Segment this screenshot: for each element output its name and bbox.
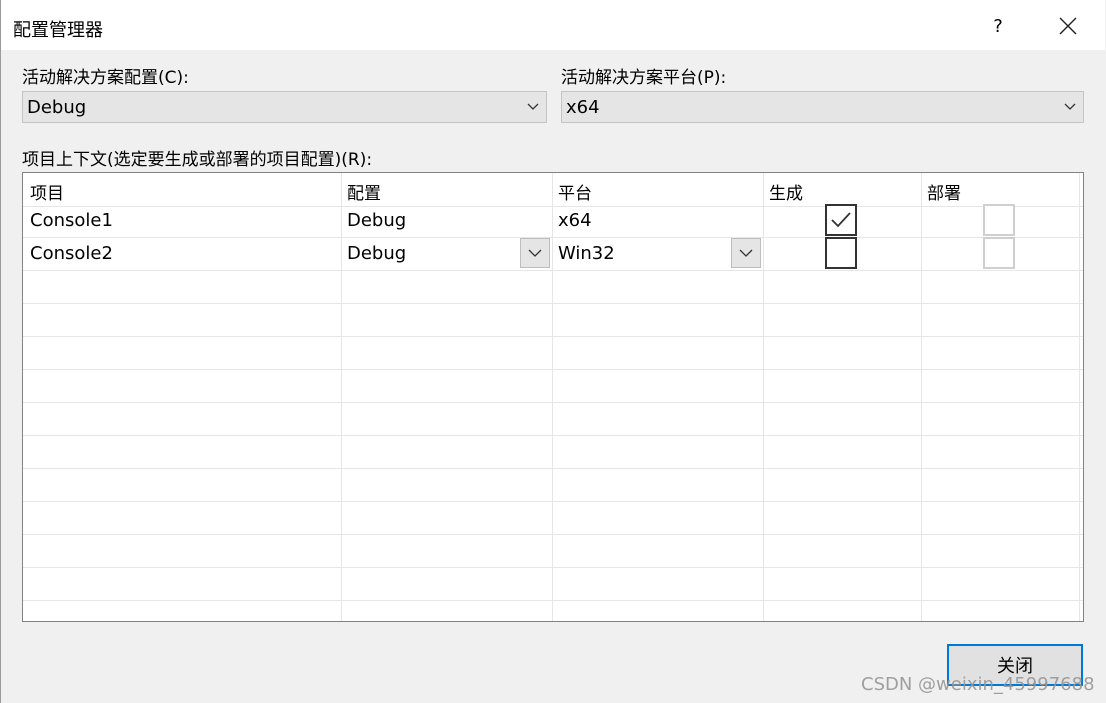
solution-platform-value: x64 [566, 97, 600, 118]
grid-row-divider [23, 303, 1083, 304]
solution-config-label: 活动解决方案配置(C): [22, 68, 189, 88]
project-contexts-grid: 项目 配置 平台 生成 部署 Console1 Debug x64 Consol… [22, 172, 1084, 622]
grid-row-divider [23, 336, 1083, 337]
column-header-project[interactable]: 项目 [30, 179, 64, 204]
chevron-down-icon [527, 103, 539, 110]
close-window-button[interactable] [1043, 6, 1093, 46]
chevron-down-icon [528, 249, 542, 257]
grid-column-divider [921, 173, 922, 621]
help-button[interactable]: ? [973, 6, 1023, 46]
row2-platform[interactable]: Win32 [558, 243, 615, 264]
row2-configuration[interactable]: Debug [347, 243, 406, 264]
checkmark-icon [831, 212, 851, 228]
chevron-down-icon [1064, 103, 1076, 110]
grid-row-divider [23, 600, 1083, 601]
close-icon [1059, 17, 1077, 35]
row1-configuration[interactable]: Debug [347, 210, 406, 231]
chevron-down-icon [739, 249, 753, 257]
grid-row-divider [23, 501, 1083, 502]
grid-column-divider [552, 173, 553, 621]
column-header-configuration[interactable]: 配置 [347, 179, 381, 204]
row2-project: Console2 [30, 243, 113, 264]
grid-row-divider [23, 402, 1083, 403]
help-icon: ? [993, 15, 1003, 37]
grid-row-divider [23, 567, 1083, 568]
grid-row-divider [23, 206, 1083, 207]
row1-platform[interactable]: x64 [558, 210, 592, 231]
grid-column-divider [1079, 173, 1080, 621]
column-header-platform[interactable]: 平台 [558, 179, 592, 204]
project-contexts-label: 项目上下文(选定要生成或部署的项目配置)(R): [22, 150, 373, 170]
grid-row-divider [23, 468, 1083, 469]
column-header-build[interactable]: 生成 [769, 179, 803, 204]
solution-config-dropdown[interactable]: Debug [22, 91, 547, 123]
solution-config-value: Debug [27, 97, 87, 118]
row1-build-checkbox[interactable] [825, 204, 857, 236]
row1-project: Console1 [30, 210, 113, 231]
configuration-manager-dialog: 配置管理器 ? 活动解决方案配置(C): Debug 活动解决方案平台(P): … [0, 0, 1106, 703]
row2-deploy-checkbox [983, 237, 1015, 269]
title-bar: 配置管理器 ? [1, 0, 1105, 50]
grid-row-divider [23, 237, 1083, 238]
column-header-deploy[interactable]: 部署 [927, 179, 961, 204]
row2-configuration-dropdown-button[interactable] [520, 238, 550, 268]
grid-row-divider [23, 534, 1083, 535]
row2-build-checkbox[interactable] [825, 237, 857, 269]
solution-platform-label: 活动解决方案平台(P): [561, 68, 727, 88]
grid-column-divider [341, 173, 342, 621]
grid-row-divider [23, 369, 1083, 370]
solution-platform-dropdown[interactable]: x64 [561, 91, 1084, 123]
row2-platform-dropdown-button[interactable] [731, 238, 761, 268]
grid-row-divider [23, 270, 1083, 271]
row1-deploy-checkbox [983, 204, 1015, 236]
grid-column-divider [763, 173, 764, 621]
grid-row-divider [23, 435, 1083, 436]
window-title: 配置管理器 [13, 20, 103, 41]
watermark: CSDN @weixin_45997688 [861, 674, 1095, 695]
